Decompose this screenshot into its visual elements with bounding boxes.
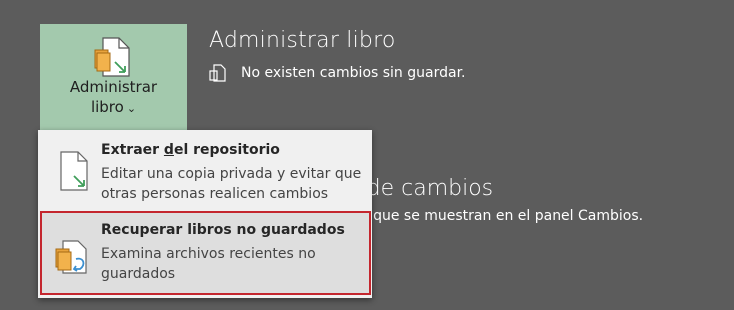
menu-item-recover[interactable]: Recuperar libros no guardados Examina ar… <box>40 211 371 295</box>
status-text: No existen cambios sin guardar. <box>241 65 466 81</box>
menu-item-extract[interactable]: Extraer del repositorio Editar una copia… <box>38 130 372 210</box>
manage-workbook-button[interactable]: Administrar libro ⌄ <box>40 24 187 130</box>
menu-item-extract-description: Editar una copia privada y evitar que ot… <box>101 166 362 202</box>
page-title: Administrar libro <box>209 28 396 53</box>
recover-workbook-icon <box>55 240 87 274</box>
manage-workbook-label: Administrar libro ⌄ <box>69 78 158 116</box>
section-text-partial: bios que se muestran en el panel Cambios… <box>340 208 644 224</box>
status-row: No existen cambios sin guardar. <box>209 62 466 84</box>
document-extract-icon <box>60 151 88 191</box>
menu-item-extract-title: Extraer del repositorio <box>101 142 280 158</box>
menu-item-recover-description: Examina archivos recientes no guardados <box>101 246 316 282</box>
chevron-down-icon: ⌄ <box>126 102 137 115</box>
manage-workbook-menu: Extraer del repositorio Editar una copia… <box>38 130 372 298</box>
workbook-manage-icon <box>94 37 130 77</box>
menu-item-recover-title: Recuperar libros no guardados <box>101 222 345 238</box>
no-changes-icon <box>209 64 226 82</box>
